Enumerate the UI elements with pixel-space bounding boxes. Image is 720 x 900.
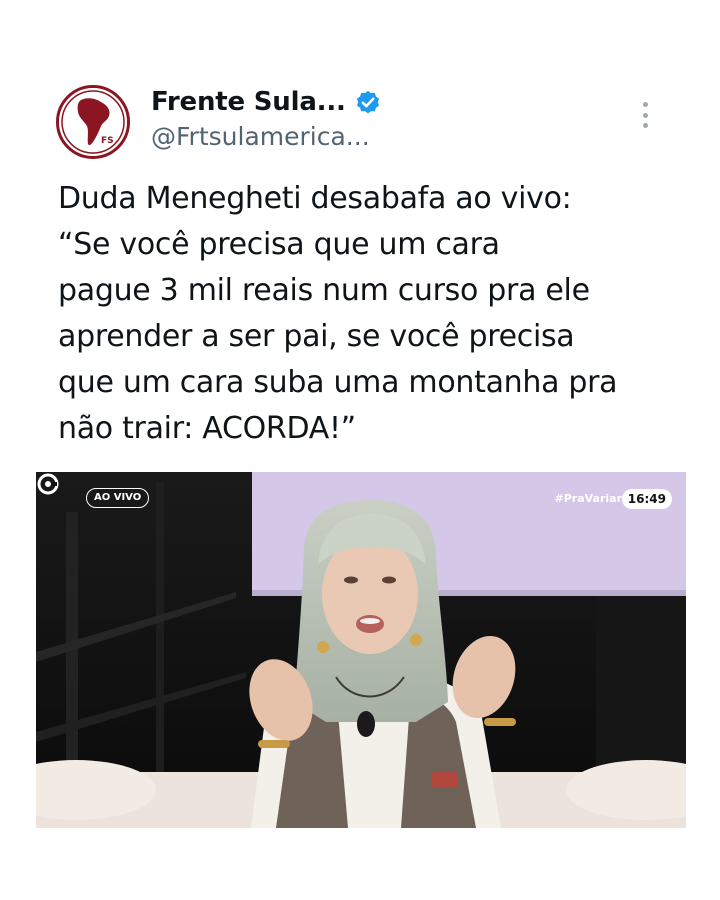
video-frame (36, 472, 686, 828)
more-dot-icon (642, 112, 648, 118)
author-avatar[interactable]: FS (56, 85, 130, 159)
tweet-text-line: pague 3 mil reais num curso pra ele (58, 273, 590, 308)
tweet-text-line: “Se você precisa que um cara (58, 227, 500, 262)
program-hashtag: #PraVariar (554, 492, 622, 505)
verified-badge-icon (356, 90, 379, 114)
tweet-text-line: não trair: ACORDA!” (58, 411, 356, 446)
tweet-text-line: aprender a ser pai, se você precisa (58, 319, 575, 354)
tweet-text-line: que um cara suba uma montanha pra (58, 365, 618, 400)
more-dot-icon (642, 123, 648, 128)
more-dot-icon (642, 102, 648, 107)
channel-logo-icon (37, 473, 59, 495)
tweet-video[interactable]: AO VIVO #PraVariar 16:49 (36, 472, 686, 828)
clock-badge: 16:49 (621, 489, 672, 509)
tweet-card: FS Frente Sula... @Frtsulamerica... Duda… (0, 0, 720, 900)
author-handle[interactable]: @Frtsulamerica... (151, 122, 370, 151)
author-display-name[interactable]: Frente Sula... (151, 87, 346, 117)
live-badge: AO VIVO (86, 488, 150, 508)
author-name-row[interactable]: Frente Sula... (151, 84, 382, 120)
tweet-text: Duda Menegheti desabafa ao vivo: “Se voc… (58, 176, 688, 452)
more-options-button[interactable] (632, 98, 658, 132)
avatar-initials: FS (101, 136, 114, 146)
tweet-text-line: Duda Menegheti desabafa ao vivo: (58, 181, 572, 216)
south-america-logo-icon: FS (59, 88, 127, 156)
